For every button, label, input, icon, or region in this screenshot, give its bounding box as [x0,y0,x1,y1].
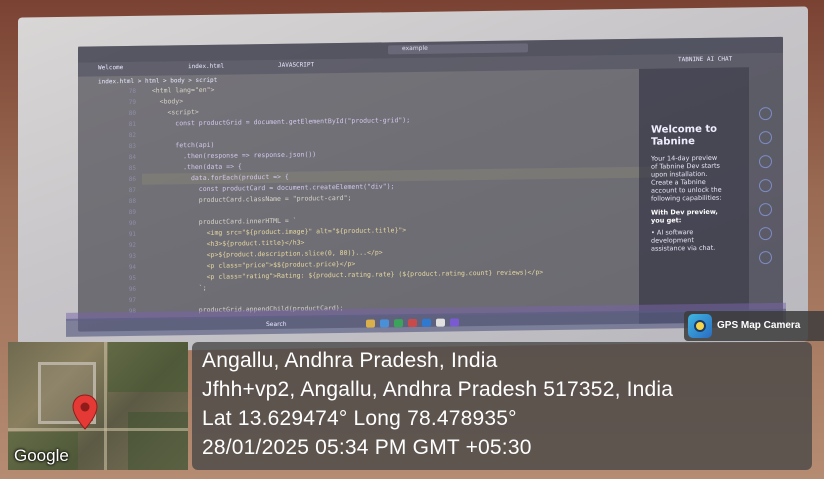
tabnine-subtitle: With Dev preview, you get: [651,207,718,225]
map-pin-icon [72,394,98,430]
address-line: Jfhh+vp2, Angallu, Andhra Pradesh 517352… [202,378,674,401]
datetime-line: 28/01/2025 05:34 PM GMT +05:30 [202,436,532,459]
line-number: 90 [128,219,136,227]
tabnine-welcome-title: Welcome to Tabnine [651,123,718,148]
line-number: 80 [128,109,136,117]
line-number: 89 [128,208,136,216]
location-minimap: Google [8,342,188,470]
location-name: Angallu, Andhra Pradesh, India [202,349,498,372]
line-number: 87 [128,186,136,194]
tabnine-welcome-body: Your 14-day preview of Tabnine Dev start… [651,154,723,253]
run-icon[interactable] [759,178,772,193]
line-number: 78 [128,87,136,95]
line-number: 91 [128,230,136,238]
activity-bar [749,66,783,323]
tabnine-bullet: • AI software development assistance via… [651,228,716,253]
tab-index-html[interactable]: index.html [188,63,224,74]
line-number-gutter: 78 79 80 81 82 83 84 85 86 87 88 89 90 91 92 93 94 95 96 97… [118,86,136,316]
command-search-input[interactable]: example [388,43,528,55]
projector-screen: example Welcome index.html JAVASCRIPT TA… [18,6,808,353]
coordinates-line: Lat 13.629474° Long 78.478935° [202,407,517,430]
tabnine-body-text: Your 14-day preview of Tabnine Dev start… [651,153,722,203]
line-number: 92 [128,241,136,249]
search-icon[interactable] [759,130,772,145]
chrome-icon[interactable] [436,318,445,327]
gps-camera-app-icon [688,314,712,338]
tabnine-icon[interactable] [759,226,772,241]
edge-icon[interactable] [380,319,389,328]
gps-badge-label: GPS Map Camera [717,320,801,331]
vscode-icon[interactable] [422,318,431,327]
gps-map-camera-badge: GPS Map Camera [684,311,824,341]
code-area[interactable]: <html lang="en"> <body> <script> const p… [144,78,664,315]
line-number: 82 [128,131,136,139]
taskbar-search[interactable]: Search [266,321,287,328]
store-icon[interactable] [394,319,403,328]
panel-header-label: TABNINE AI CHAT [678,55,733,64]
line-number: 95 [128,274,136,282]
line-number: 94 [128,263,136,271]
line-number: 81 [128,120,136,128]
line-number: 86 [128,175,136,183]
account-icon[interactable] [759,106,772,121]
line-number: 79 [128,98,136,106]
code-editor-window: example Welcome index.html JAVASCRIPT TA… [78,36,783,332]
tab-javascript[interactable]: JAVASCRIPT [278,61,314,72]
source-control-icon[interactable] [759,154,772,169]
tab-welcome[interactable]: Welcome [98,64,123,74]
google-logo: Google [14,446,69,465]
tabnine-chat-panel: Welcome to Tabnine Your 14-day preview o… [639,67,749,324]
gps-info-box: Angallu, Andhra Pradesh, India Jfhh+vp2,… [192,342,812,470]
app-icon[interactable] [408,318,417,328]
line-number: 85 [128,164,136,172]
line-number: 88 [128,197,136,205]
line-number: 83 [128,142,136,150]
line-number: 93 [128,252,136,260]
teams-icon[interactable] [450,318,459,327]
line-number: 84 [128,153,136,161]
settings-icon[interactable] [759,250,772,265]
file-explorer-icon[interactable] [366,319,375,328]
extensions-icon[interactable] [759,202,772,217]
line-number: 96 [128,285,136,293]
line-number: 97 [128,296,136,304]
